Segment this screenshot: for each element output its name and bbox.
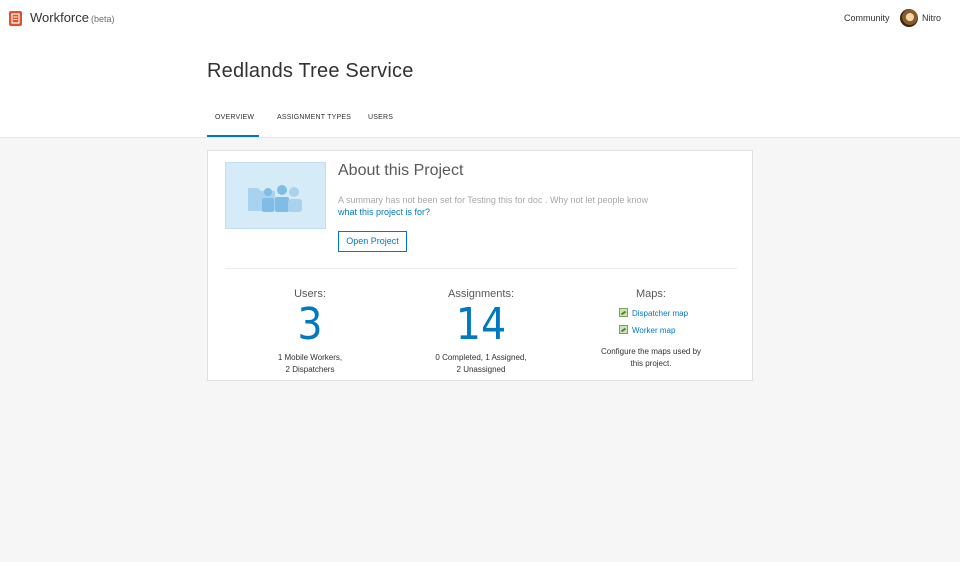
tab-assignment-types[interactable]: ASSIGNMENT TYPES bbox=[277, 114, 351, 121]
maps-label: Maps: bbox=[636, 288, 666, 300]
page-title: Redlands Tree Service bbox=[207, 60, 414, 82]
open-project-button[interactable]: Open Project bbox=[338, 231, 407, 252]
user-name[interactable]: Nitro bbox=[922, 13, 941, 23]
project-header: Redlands Tree Service OVERVIEW ASSIGNMEN… bbox=[0, 37, 960, 138]
app-title[interactable]: Workforce (beta) bbox=[30, 10, 115, 25]
maps-description: Configure the maps used by this project. bbox=[571, 346, 731, 370]
app-title-text: Workforce bbox=[30, 10, 89, 25]
users-description-line-2: 2 Dispatchers bbox=[285, 365, 335, 374]
project-summary-link[interactable]: what this project is for? bbox=[338, 207, 430, 217]
tab-users[interactable]: USERS bbox=[368, 114, 393, 121]
dispatcher-map-link[interactable]: Dispatcher map bbox=[619, 308, 688, 318]
users-count: 3 bbox=[297, 299, 323, 350]
assignments-description: 0 Completed, 1 Assigned, 2 Unassigned bbox=[401, 352, 561, 376]
users-description-line-1: 1 Mobile Workers, bbox=[277, 353, 343, 362]
beta-label: (beta) bbox=[91, 14, 115, 24]
worker-map-label: Worker map bbox=[632, 326, 676, 335]
assignments-stat: Assignments: 14 0 Completed, 1 Assigned,… bbox=[401, 288, 561, 376]
project-people-icon bbox=[248, 185, 302, 212]
assignments-description-line-2: 2 Unassigned bbox=[456, 365, 506, 374]
user-avatar[interactable] bbox=[900, 9, 918, 27]
dispatcher-map-label: Dispatcher map bbox=[632, 309, 689, 318]
top-navigation-bar: Workforce (beta) Community Nitro bbox=[0, 0, 960, 37]
assignments-description-line-1: 0 Completed, 1 Assigned, bbox=[435, 353, 527, 362]
worker-map-link[interactable]: Worker map bbox=[619, 325, 675, 335]
assignments-count: 14 bbox=[455, 299, 507, 350]
active-tab-indicator bbox=[207, 135, 259, 137]
tab-overview[interactable]: OVERVIEW bbox=[215, 114, 254, 121]
project-thumbnail bbox=[225, 162, 326, 229]
maps-description-line-1: Configure the maps used by bbox=[600, 347, 702, 356]
about-title: About this Project bbox=[338, 162, 464, 179]
maps-stat: Maps: Dispatcher map Worker map Configur… bbox=[571, 288, 731, 368]
map-icon bbox=[619, 325, 628, 334]
workforce-logo-icon[interactable] bbox=[9, 11, 22, 26]
users-description: 1 Mobile Workers, 2 Dispatchers bbox=[230, 352, 390, 376]
section-divider bbox=[225, 268, 737, 269]
community-link[interactable]: Community bbox=[844, 13, 890, 23]
project-summary: A summary has not been set for Testing t… bbox=[338, 195, 648, 205]
users-stat: Users: 3 1 Mobile Workers, 2 Dispatchers bbox=[230, 288, 390, 376]
overview-card: About this Project A summary has not bee… bbox=[207, 150, 753, 381]
maps-description-line-2: this project. bbox=[630, 359, 672, 368]
map-icon bbox=[619, 308, 628, 317]
